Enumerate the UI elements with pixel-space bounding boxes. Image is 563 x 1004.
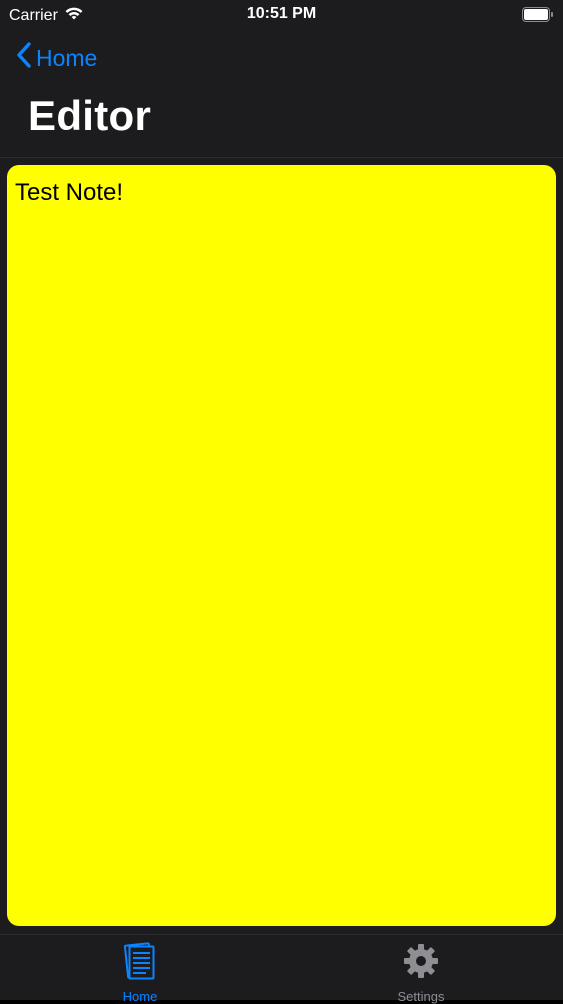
status-bar: Carrier 10:51 PM xyxy=(0,0,563,30)
battery-icon xyxy=(522,7,554,22)
editor-content: Test Note! xyxy=(0,158,563,934)
app-screen: Carrier 10:51 PM Home Editor Test Note! … xyxy=(0,0,563,1004)
notes-icon xyxy=(122,941,158,986)
tab-bar: Home Settings xyxy=(0,934,563,1004)
status-time: 10:51 PM xyxy=(246,5,317,22)
note-text-area[interactable]: Test Note! xyxy=(7,165,556,926)
gear-icon xyxy=(401,941,441,986)
back-button-label: Home xyxy=(36,44,98,71)
page-title: Editor xyxy=(28,92,152,139)
back-button[interactable]: Home xyxy=(16,41,97,75)
chevron-left-icon xyxy=(16,41,36,75)
tab-home[interactable]: Home xyxy=(70,941,210,1004)
tab-settings-label: Settings xyxy=(397,989,445,1004)
navigation-bar: Home Editor xyxy=(0,30,563,158)
tab-settings[interactable]: Settings xyxy=(351,941,491,1004)
tab-home-label: Home xyxy=(122,989,158,1004)
